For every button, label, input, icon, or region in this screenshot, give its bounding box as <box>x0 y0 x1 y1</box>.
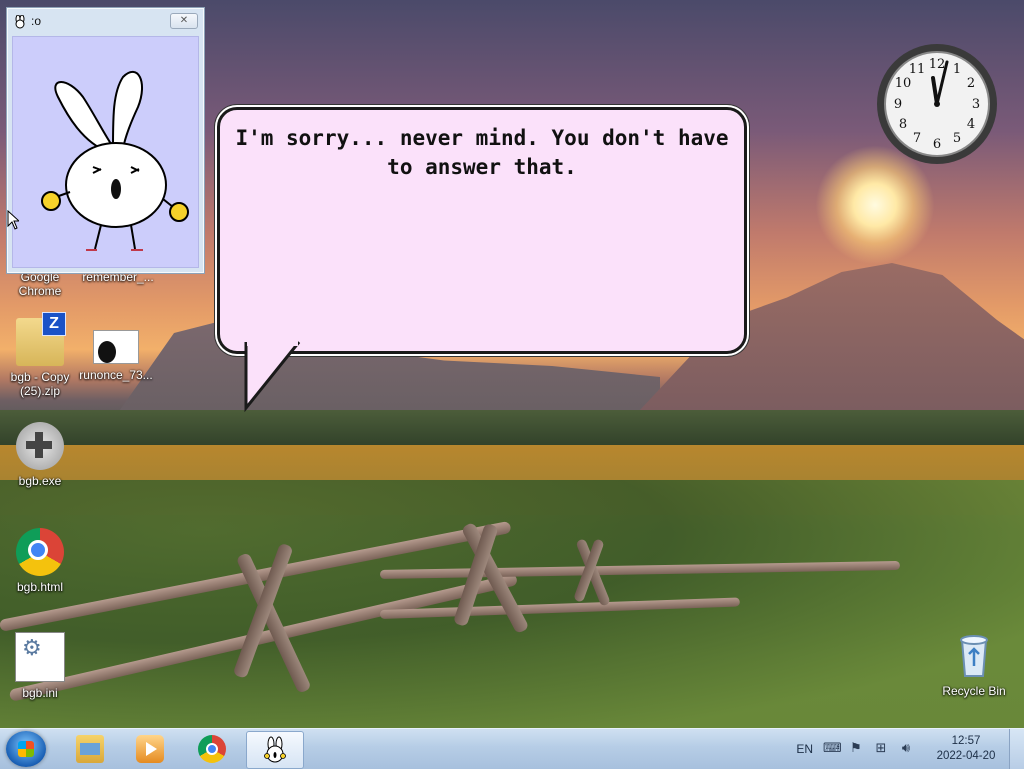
taskbar-chrome-button[interactable] <box>184 731 240 767</box>
clock-numeral: 10 <box>895 76 912 91</box>
keyboard-icon[interactable]: ⌨ <box>823 741 842 757</box>
desktop-icon-bgb-exe[interactable]: bgb.exe <box>0 422 80 488</box>
media-player-icon <box>136 735 164 763</box>
clock-numeral: 9 <box>894 97 902 112</box>
desktop-icon-recycle-bin[interactable]: Recycle Bin <box>934 632 1014 698</box>
clock-numeral: 2 <box>967 76 975 91</box>
desktop-icon-label: bgb.exe <box>18 474 62 488</box>
desktop-icon-label: Recycle Bin <box>942 684 1006 698</box>
desktop-icon-label: bgb.ini <box>22 686 58 700</box>
clock-numeral: 12 <box>929 57 946 72</box>
bunny-canvas[interactable] <box>12 36 199 268</box>
clock-gadget[interactable]: 12 1 2 3 4 5 6 7 8 9 10 11 <box>875 42 999 166</box>
tray-clock[interactable]: 12:57 2022-04-20 <box>923 734 1009 764</box>
clock-numeral: 1 <box>953 62 961 77</box>
desktop-icon-bgb-zip[interactable]: Z bgb - Copy (25).zip <box>0 312 80 398</box>
recycle-bin-icon <box>950 632 998 680</box>
taskbar-bunny-button[interactable] <box>246 731 304 769</box>
show-desktop-button[interactable] <box>1009 729 1024 769</box>
desktop-icon-runonce[interactable]: runonce_73... <box>76 330 156 382</box>
gamepad-icon <box>16 422 64 470</box>
bunny-window-title: :o <box>31 14 42 28</box>
desktop-icon-label: bgb - Copy (25).zip <box>10 370 70 398</box>
folder-icon <box>76 735 104 763</box>
tray-time: 12:57 <box>951 735 981 747</box>
taskbar-media-player-button[interactable] <box>122 731 178 767</box>
close-button[interactable]: ✕ <box>170 13 198 29</box>
clock-numeral: 3 <box>972 97 980 112</box>
bunny-window[interactable]: :o ✕ <box>6 7 205 274</box>
desktop-icon-bgb-html[interactable]: bgb.html <box>0 528 80 594</box>
image-file-icon <box>93 330 139 364</box>
speech-bubble-tail <box>244 340 301 413</box>
desktop-icon-google-chrome[interactable]: Google Chrome <box>0 270 80 298</box>
speech-bubble-text: I'm sorry... never mind. You don't have … <box>235 126 729 179</box>
speech-bubble: I'm sorry... never mind. You don't have … <box>217 107 747 354</box>
language-indicator[interactable]: EN <box>796 742 813 756</box>
chrome-icon <box>16 528 64 576</box>
network-icon[interactable]: ⊞ <box>873 741 889 757</box>
desktop-icon-bgb-ini[interactable]: bgb.ini <box>0 632 80 700</box>
wallpaper-treeline <box>0 410 1024 450</box>
clock-numeral: 7 <box>913 131 921 146</box>
desktop-icon-label: runonce_73... <box>79 368 153 382</box>
chrome-icon <box>198 735 226 763</box>
clock-numeral: 11 <box>909 62 926 77</box>
bunny-icon <box>261 736 289 764</box>
taskbar: EN ⌨ ⚑ ⊞ 🔊︎ 12:57 2022-04-20 <box>0 728 1024 769</box>
clock-numeral: 8 <box>899 117 907 132</box>
mouse-cursor-icon <box>7 210 19 230</box>
clock-numeral: 4 <box>967 117 975 132</box>
action-center-flag-icon[interactable]: ⚑ <box>848 741 864 757</box>
clock-numeral: 5 <box>953 131 961 146</box>
settings-file-icon <box>15 632 65 682</box>
desktop-icon-label: bgb.html <box>16 580 64 594</box>
tray-date: 2022-04-20 <box>936 750 996 762</box>
clock-numeral: 6 <box>933 137 941 152</box>
zip-archive-icon: Z <box>16 312 66 366</box>
bunny-window-titlebar[interactable]: :o ✕ <box>7 8 204 34</box>
start-button[interactable] <box>6 731 46 767</box>
bunny-character[interactable] <box>13 37 198 267</box>
taskbar-explorer-button[interactable] <box>62 731 118 767</box>
system-tray: EN ⌨ ⚑ ⊞ 🔊︎ 12:57 2022-04-20 <box>796 729 1024 769</box>
windows-logo-icon <box>18 741 34 757</box>
desktop-icon-label: Google Chrome <box>18 270 62 298</box>
bunny-icon <box>13 14 27 29</box>
volume-icon[interactable]: 🔊︎ <box>898 741 914 757</box>
